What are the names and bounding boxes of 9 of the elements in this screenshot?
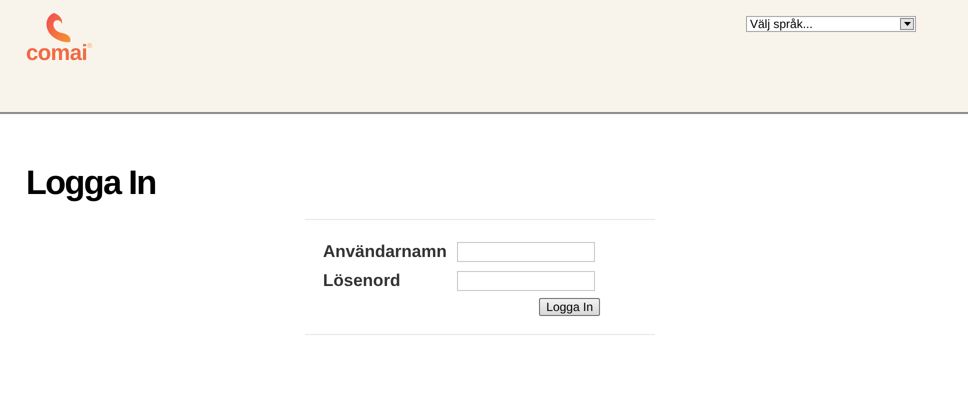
dropdown-arrow-icon (904, 22, 910, 26)
login-button[interactable]: Logga In (539, 298, 600, 316)
field-label: Användarnamn (323, 242, 448, 262)
input-field[interactable] (457, 242, 595, 262)
field-label: Lösenord (323, 270, 402, 290)
page-title: Logga In (26, 166, 157, 200)
language-select[interactable]: Välj språk... (746, 16, 916, 32)
input-field[interactable] (457, 270, 595, 290)
logo-text: comai (26, 42, 88, 64)
